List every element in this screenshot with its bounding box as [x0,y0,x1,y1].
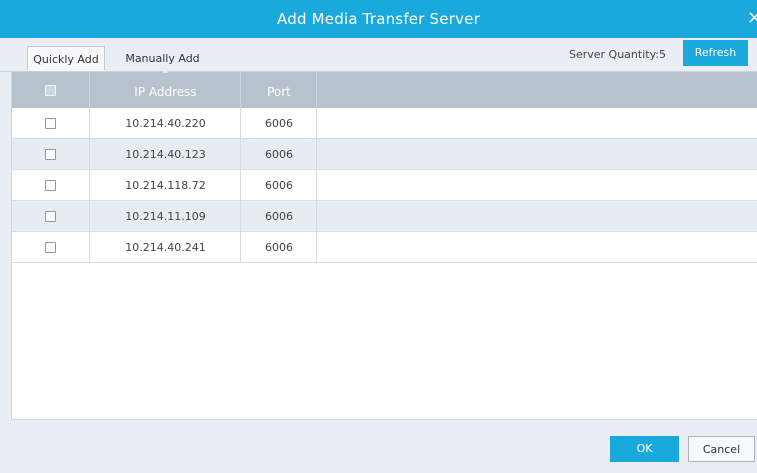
column-divider [316,232,317,263]
column-divider [316,72,317,108]
row-port: 6006 [265,241,293,254]
row-ip-address: 10.214.118.72 [125,179,206,192]
column-divider [316,201,317,232]
column-header-port[interactable]: Port [241,72,317,108]
row-ip-address: 10.214.40.241 [125,241,206,254]
table-header: ▲ IP Address Port [12,66,757,108]
row-port: 6006 [265,117,293,130]
refresh-button[interactable]: Refresh [683,40,748,66]
column-header-ip-label: IP Address [134,85,197,99]
column-divider [316,108,317,139]
row-checkbox[interactable] [45,149,56,160]
dialog-footer: OK Cancel [11,419,757,473]
table-row[interactable]: 10.214.118.72 6006 [12,170,757,201]
table-row[interactable]: 10.214.40.241 6006 [12,232,757,263]
cancel-button[interactable]: Cancel [688,436,755,462]
server-quantity-label: Server Quantity:5 [568,48,666,61]
sort-arrow-icon: ▲ [162,66,169,74]
column-divider [316,170,317,201]
column-header-ip-address[interactable]: ▲ IP Address [90,66,241,108]
row-port: 6006 [265,148,293,161]
ok-button[interactable]: OK [610,436,679,462]
server-table: ▲ IP Address Port 10.214.40.220 6006 10.… [11,66,757,419]
dialog-titlebar: Add Media Transfer Server × [0,0,757,38]
row-port: 6006 [265,210,293,223]
select-all-checkbox[interactable] [45,85,56,96]
row-ip-address: 10.214.11.109 [125,210,206,223]
row-checkbox[interactable] [45,242,56,253]
close-icon[interactable]: × [747,9,757,27]
dialog-title: Add Media Transfer Server [277,10,480,28]
add-media-transfer-server-dialog: Add Media Transfer Server × Quickly Add … [0,0,757,473]
row-port: 6006 [265,179,293,192]
row-ip-address: 10.214.40.220 [125,117,206,130]
row-checkbox[interactable] [45,180,56,191]
row-ip-address: 10.214.40.123 [125,148,206,161]
row-checkbox[interactable] [45,118,56,129]
column-divider [316,139,317,170]
table-row[interactable]: 10.214.11.109 6006 [12,201,757,232]
row-checkbox[interactable] [45,211,56,222]
table-row[interactable]: 10.214.40.220 6006 [12,108,757,139]
table-row[interactable]: 10.214.40.123 6006 [12,139,757,170]
